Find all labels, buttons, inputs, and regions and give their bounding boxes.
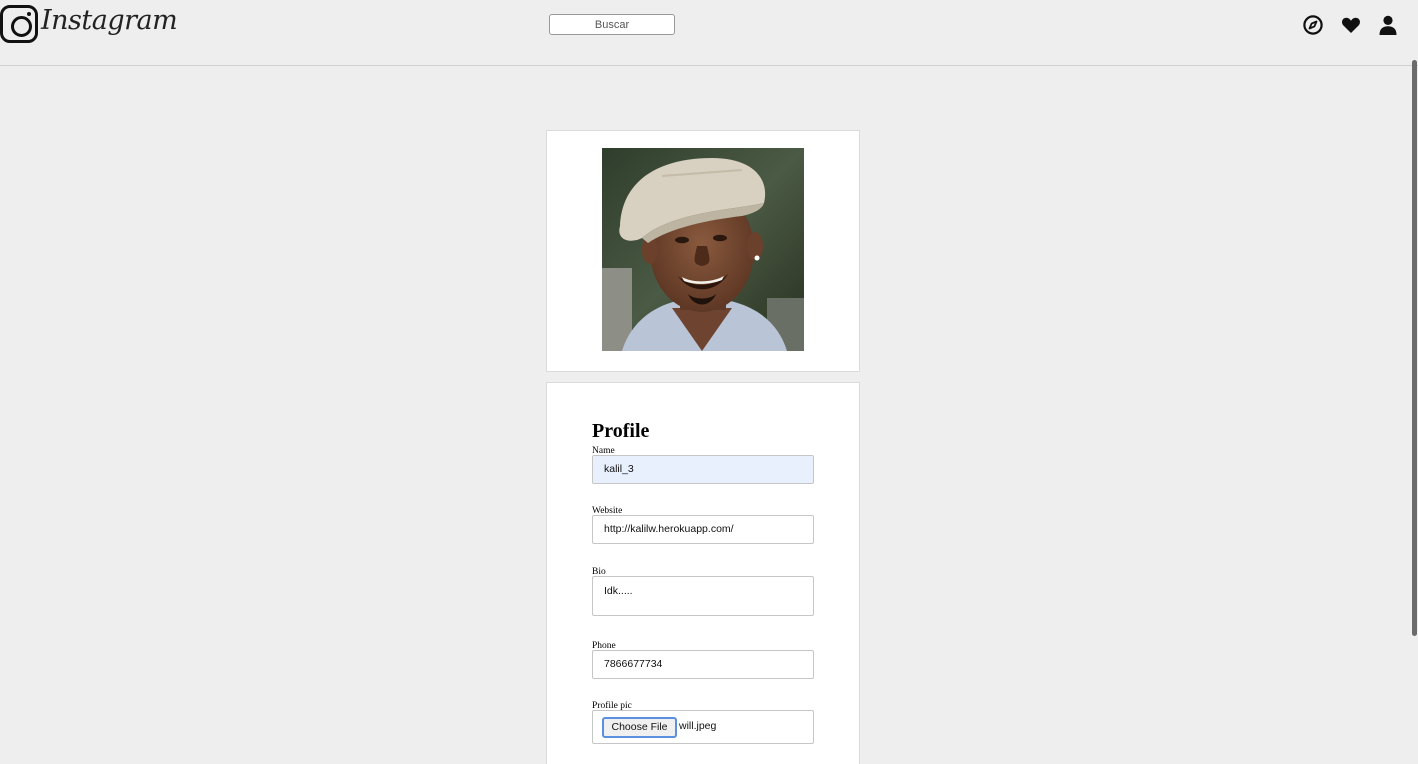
phone-field[interactable]: 7866677734 bbox=[592, 650, 814, 679]
scrollbar-thumb[interactable] bbox=[1412, 60, 1417, 636]
instagram-logo[interactable]: Instagram bbox=[0, 4, 178, 43]
website-field[interactable]: http://kalilw.herokuapp.com/ bbox=[592, 515, 814, 544]
page-scrollbar[interactable] bbox=[1412, 0, 1418, 764]
profile-photo bbox=[602, 148, 804, 351]
instagram-logo-icon bbox=[0, 5, 38, 43]
heart-icon[interactable] bbox=[1340, 14, 1362, 36]
form-title: Profile bbox=[592, 420, 650, 442]
compass-icon[interactable] bbox=[1302, 14, 1324, 36]
profile-pic-input: Choose File will.jpeg bbox=[592, 710, 814, 744]
search-input[interactable] bbox=[549, 14, 675, 35]
file-name: will.jpeg bbox=[679, 720, 717, 732]
brand-name: Instagram bbox=[41, 4, 178, 36]
top-header: Instagram bbox=[0, 0, 1418, 66]
user-icon[interactable] bbox=[1377, 14, 1399, 36]
choose-file-button[interactable]: Choose File bbox=[602, 717, 677, 738]
profile-photo-card bbox=[546, 130, 860, 372]
profile-form: Profile Name kalil_3 Website http://kali… bbox=[546, 382, 860, 764]
name-field[interactable]: kalil_3 bbox=[592, 455, 814, 484]
bio-textarea[interactable]: Idk..... bbox=[592, 576, 814, 616]
